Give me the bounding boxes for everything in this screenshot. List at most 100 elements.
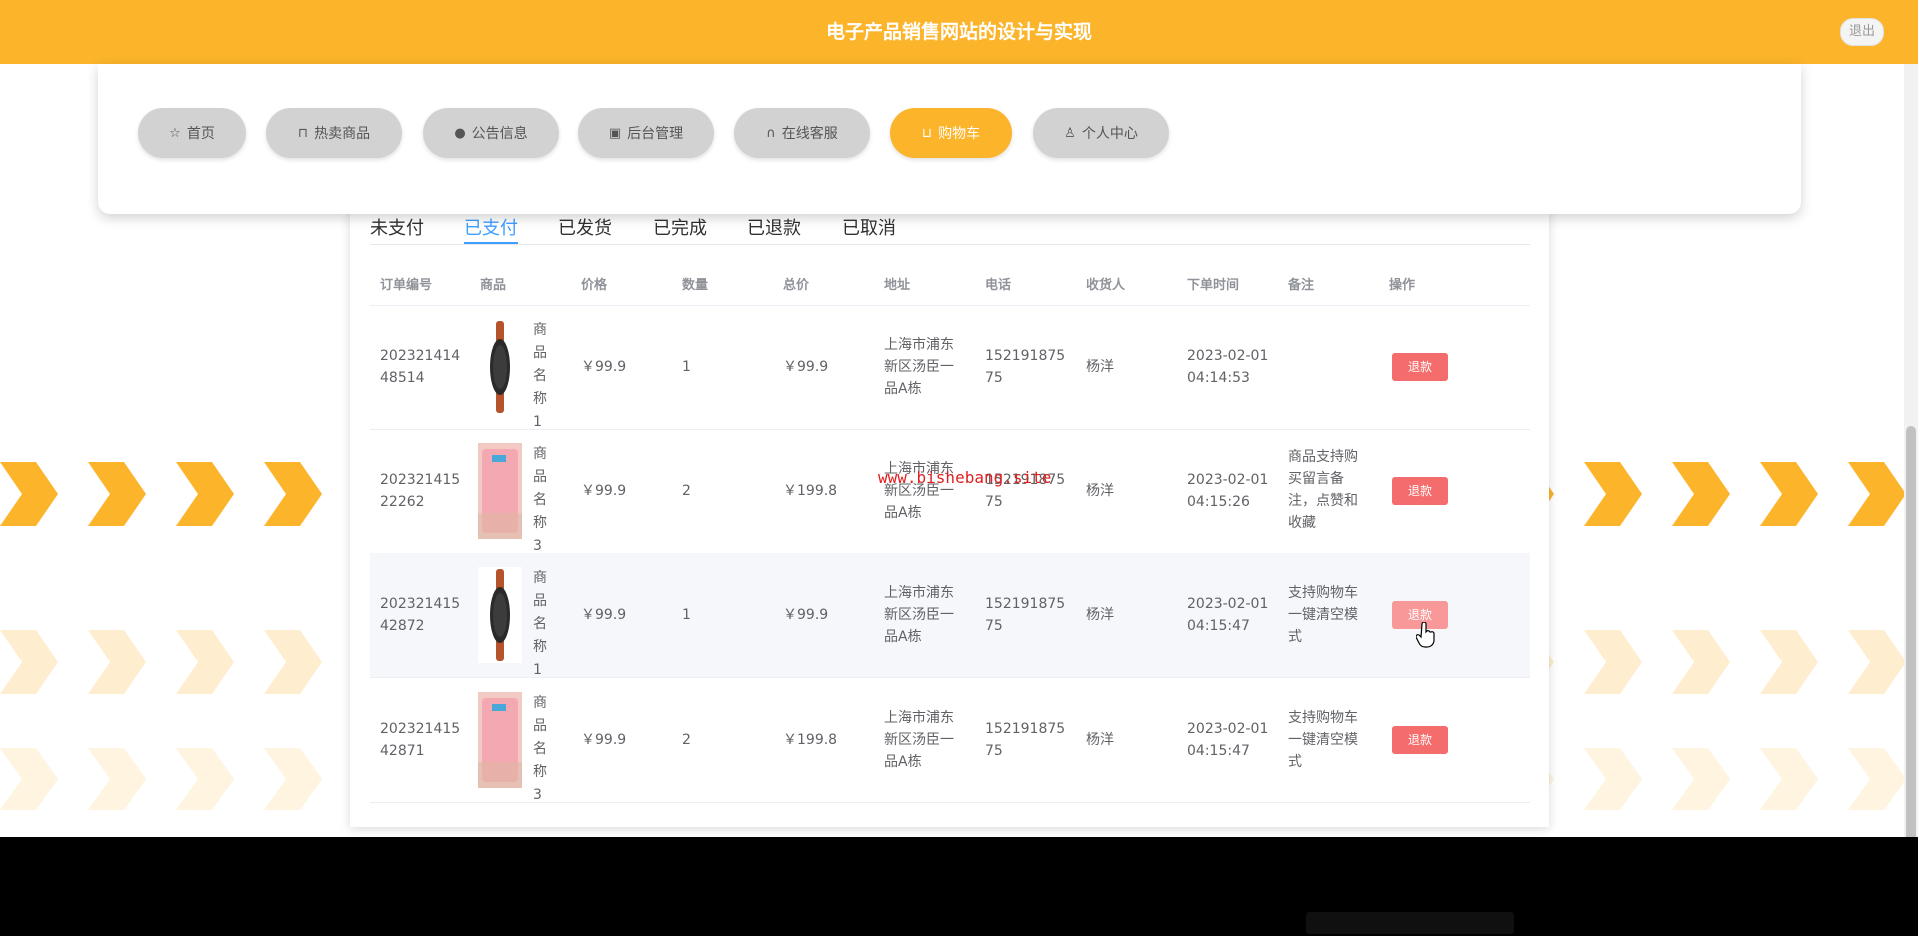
tab-2[interactable]: 已发货 xyxy=(558,214,612,240)
address-cell-line: 品A栋 xyxy=(884,381,922,397)
chevron-shape xyxy=(264,630,322,694)
info-icon: ● xyxy=(454,125,466,141)
scrollbar-thumb[interactable] xyxy=(1906,426,1916,900)
phone-cell: 152191875 75 xyxy=(985,345,1065,389)
order-time-cell: 2023-02-01 04:14:53 xyxy=(1187,345,1268,389)
nav-card: ☆ 首页 ⊓ 热卖商品 ● 公告信息 ▣ 后台管理 ∩ 在线客服 ⊔ 购物车 ♙ 个人中心 xyxy=(98,64,1801,214)
order-number-line: 202321415 xyxy=(380,472,461,488)
tab-5[interactable]: 已取消 xyxy=(842,214,896,240)
taskbar-ime-toolbar xyxy=(1306,912,1514,934)
refund-button[interactable]: 退款 xyxy=(1392,477,1448,505)
active-tab-indicator xyxy=(464,242,518,244)
nav-item-4[interactable]: ∩ 在线客服 xyxy=(734,108,870,158)
chevron-shape xyxy=(1848,630,1904,694)
chevron-shape xyxy=(0,748,58,810)
phone-cell-line: 152191875 xyxy=(985,596,1066,612)
nav-item-3[interactable]: ▣ 后台管理 xyxy=(578,108,714,158)
column-header: 价格 xyxy=(581,278,608,293)
cart-icon: ⊔ xyxy=(921,125,933,141)
table-row[interactable]: 202321415 42871 商品名称3 ￥99.9 2 ￥199.8 杨洋 上海市浦东 新区… xyxy=(370,678,1530,803)
tab-4[interactable]: 已退款 xyxy=(747,214,801,240)
note-cell: 支持购物车 一键清空模式 xyxy=(1288,707,1358,773)
footer xyxy=(0,837,1918,936)
nav-item-2[interactable]: ● 公告信息 xyxy=(423,108,559,158)
product-name-line: 称3 xyxy=(533,515,547,554)
chevron-shape xyxy=(1584,748,1642,810)
note-cell-line: 式 xyxy=(1288,754,1302,770)
note-cell: 商品支持购 买留言备 注，点赞和 收藏 xyxy=(1288,446,1358,534)
product-name: 商品名称1 xyxy=(533,567,553,682)
order-time-cell: 2023-02-01 04:15:26 xyxy=(1187,469,1268,513)
address-cell-line: 新区汤臣一 xyxy=(884,607,954,623)
order-time-cell-line: 2023-02-01 xyxy=(1187,596,1269,612)
site-title: 电子产品销售网站的设计与实现 xyxy=(825,21,1092,43)
table-row[interactable]: 202321415 42872 商品名称1 ￥99.9 1 ￥99.9 杨洋 上海市浦东 新区汤… xyxy=(370,553,1530,678)
product-name-line: 商 xyxy=(533,695,547,711)
chevron-shape xyxy=(1848,748,1904,810)
chevron-shape xyxy=(88,462,146,526)
column-header: 下单时间 xyxy=(1187,278,1240,293)
phone-cell-line: 75 xyxy=(985,618,1003,634)
nav-item-1[interactable]: ⊓ 热卖商品 xyxy=(266,108,402,158)
address-cell-line: 新区汤臣一 xyxy=(884,359,954,375)
table-row[interactable]: 202321415 22262 商品名称3 ￥99.9 2 ￥199.8 杨洋 上海市浦东 新区… xyxy=(370,429,1530,554)
box-icon: ▣ xyxy=(608,125,622,141)
product-name-line: 品 xyxy=(533,469,547,485)
hand-cursor-icon xyxy=(1416,622,1435,648)
chevron-shape xyxy=(1760,462,1818,526)
tab-3[interactable]: 已完成 xyxy=(653,214,707,240)
receiver-cell: 杨洋 xyxy=(1086,483,1114,499)
table-row[interactable]: 202321414 48514 商品名称1 ￥99.9 1 ￥99.9 杨洋 上海市浦东 新区汤… xyxy=(370,305,1530,430)
nav-item-5[interactable]: ⊔ 购物车 xyxy=(890,108,1012,158)
page-scrollbar[interactable] xyxy=(1904,64,1918,900)
address-cell-line: 上海市浦东 xyxy=(884,710,954,726)
phone-cell-line: 152191875 xyxy=(985,721,1066,737)
phone-cell: 152191875 75 xyxy=(985,718,1065,762)
nav-item-label: 购物车 xyxy=(938,126,981,142)
logout-button[interactable]: 退出 xyxy=(1840,18,1884,46)
qty-cell: 2 xyxy=(682,483,691,499)
total-cell: ￥99.9 xyxy=(783,359,829,375)
order-number-line: 202321415 xyxy=(380,721,461,737)
nav-item-label: 首页 xyxy=(186,126,215,142)
chevron-shape xyxy=(1672,630,1730,694)
order-time-cell-line: 04:15:47 xyxy=(1187,618,1250,634)
column-header: 订单编号 xyxy=(380,278,433,293)
tab-0[interactable]: 未支付 xyxy=(370,214,424,240)
note-cell-line: 买留言备 xyxy=(1288,471,1344,487)
refund-button[interactable]: 退款 xyxy=(1392,726,1448,754)
order-time-cell-line: 2023-02-01 xyxy=(1187,721,1269,737)
column-header: 收货人 xyxy=(1086,278,1126,293)
order-time-cell-line: 2023-02-01 xyxy=(1187,472,1269,488)
order-number-line: 22262 xyxy=(380,494,425,510)
order-number: 202321415 42871 xyxy=(380,718,460,762)
nav-item-0[interactable]: ☆ 首页 xyxy=(138,108,246,158)
tab-1[interactable]: 已支付 xyxy=(464,214,518,240)
nav-item-6[interactable]: ♙ 个人中心 xyxy=(1033,108,1169,158)
nav-item-label: 热卖商品 xyxy=(314,126,371,142)
chevron-shape xyxy=(88,630,146,694)
price-cell: ￥99.9 xyxy=(581,607,627,623)
nav-item-label: 在线客服 xyxy=(781,126,838,142)
chevron-shape xyxy=(1760,748,1818,810)
user-icon: ♙ xyxy=(1064,125,1076,141)
chevron-shape xyxy=(88,748,146,810)
note-cell-line: 一键清空模 xyxy=(1288,607,1358,623)
product-name-line: 商 xyxy=(533,446,547,462)
address-cell-line: 上海市浦东 xyxy=(884,585,954,601)
column-header: 备注 xyxy=(1288,278,1315,293)
column-header: 商品 xyxy=(480,278,507,293)
column-header: 地址 xyxy=(884,278,911,293)
column-header: 电话 xyxy=(985,278,1012,293)
chevron-shape xyxy=(1848,462,1904,526)
address-cell-line: 上海市浦东 xyxy=(884,337,954,353)
refund-button[interactable]: 退款 xyxy=(1392,353,1448,381)
chevron-shape xyxy=(176,630,234,694)
address-cell: 上海市浦东新区汤臣一品A栋 xyxy=(884,334,954,400)
qty-cell: 1 xyxy=(682,359,691,375)
watermark: www.bishebang.site xyxy=(878,468,1052,487)
chevron-shape xyxy=(264,462,322,526)
product-name-line: 品 xyxy=(533,345,547,361)
note-cell-line: 收藏 xyxy=(1288,515,1316,531)
order-number: 202321414 48514 xyxy=(380,345,460,389)
